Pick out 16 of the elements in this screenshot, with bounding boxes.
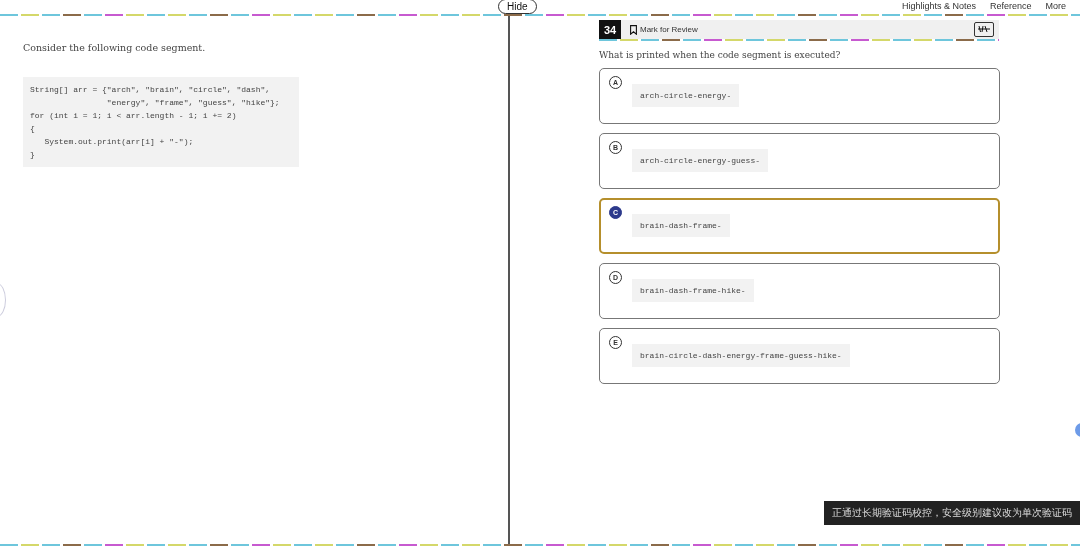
notification-toast: 正通过长期验证码校控，安全级别建议改为单次验证码 — [824, 501, 1080, 525]
menu-item[interactable]: Highlights & Notes — [901, 1, 976, 11]
option-code: brain-dash-frame- — [632, 214, 730, 237]
option-code: arch-circle-energy-guess- — [632, 149, 769, 172]
option-code: arch-circle-energy- — [632, 84, 740, 107]
bookmark-icon — [630, 24, 637, 35]
menu-item[interactable]: More — [1045, 1, 1066, 11]
passage-intro: Consider the following code segment. — [23, 42, 207, 53]
hide-button[interactable]: Hide — [498, 0, 537, 14]
option-code: brain-dash-frame-hike- — [632, 279, 754, 302]
question-number: 34 — [599, 20, 621, 39]
mark-for-review-button[interactable]: Mark for Review — [630, 24, 698, 35]
question-prompt: What is printed when the code segment is executed? — [599, 50, 842, 60]
option-code: brain-circle-dash-energy-frame-guess-hike- — [632, 344, 850, 367]
menu-item[interactable]: Reference — [989, 1, 1032, 11]
code-block: String[] arr = {"arch", "brain", "circle", "dash", "energy", "frame", "guess", "hike"}; for (int i = 1; i < arr.length - 1; i += 2) { System.out.print(arr[i] + "-"); } — [23, 77, 299, 167]
